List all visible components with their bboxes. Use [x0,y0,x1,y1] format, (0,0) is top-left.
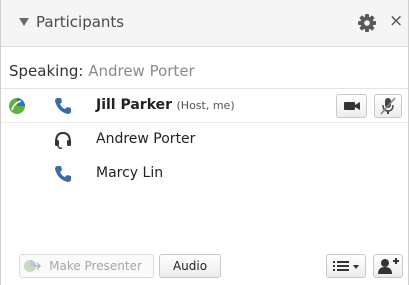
participant-role: (Host, me) [176,99,235,112]
phone-icon [53,96,73,116]
close-icon[interactable]: × [389,11,403,31]
participant-name-text: Jill Parker [96,97,173,113]
video-camera-button[interactable] [336,94,367,118]
participant-name: Jill Parker (Host, me) [96,97,235,113]
panel-title: Participants [36,13,125,31]
list-dropdown-button[interactable] [326,254,366,278]
triangle-down-icon[interactable] [18,16,30,28]
make-presenter-label: Make Presenter [49,259,142,273]
add-user-icon [378,258,399,274]
participant-name: Andrew Porter [96,131,196,147]
headset-icon [53,130,73,150]
speaking-status: Speaking: Andrew Porter [9,62,195,80]
participant-name: Marcy Lin [96,165,164,181]
speaking-name: Andrew Porter [88,62,195,80]
make-presenter-button[interactable]: Make Presenter [19,254,154,278]
list-dropdown-icon [333,261,359,271]
speaking-label: Speaking: [9,62,84,80]
mute-microphone-button[interactable] [374,94,402,118]
participant-row-marcy-lin[interactable]: Marcy Lin [1,157,408,191]
participants-panel: Participants × Speaking: Andrew Porter J… [0,0,409,285]
add-user-button[interactable] [373,254,403,278]
video-camera-icon [344,102,360,110]
panel-header: Participants × [1,0,408,47]
presenter-ball-icon [8,97,26,115]
audio-button[interactable]: Audio [159,254,221,278]
gear-icon[interactable] [357,13,377,33]
participant-row-andrew-porter[interactable]: Andrew Porter [1,123,408,157]
mic-muted-icon [380,97,396,115]
make-presenter-icon [23,258,41,274]
phone-icon [53,164,73,184]
participant-row-jill-parker[interactable]: Jill Parker (Host, me) [1,89,408,123]
